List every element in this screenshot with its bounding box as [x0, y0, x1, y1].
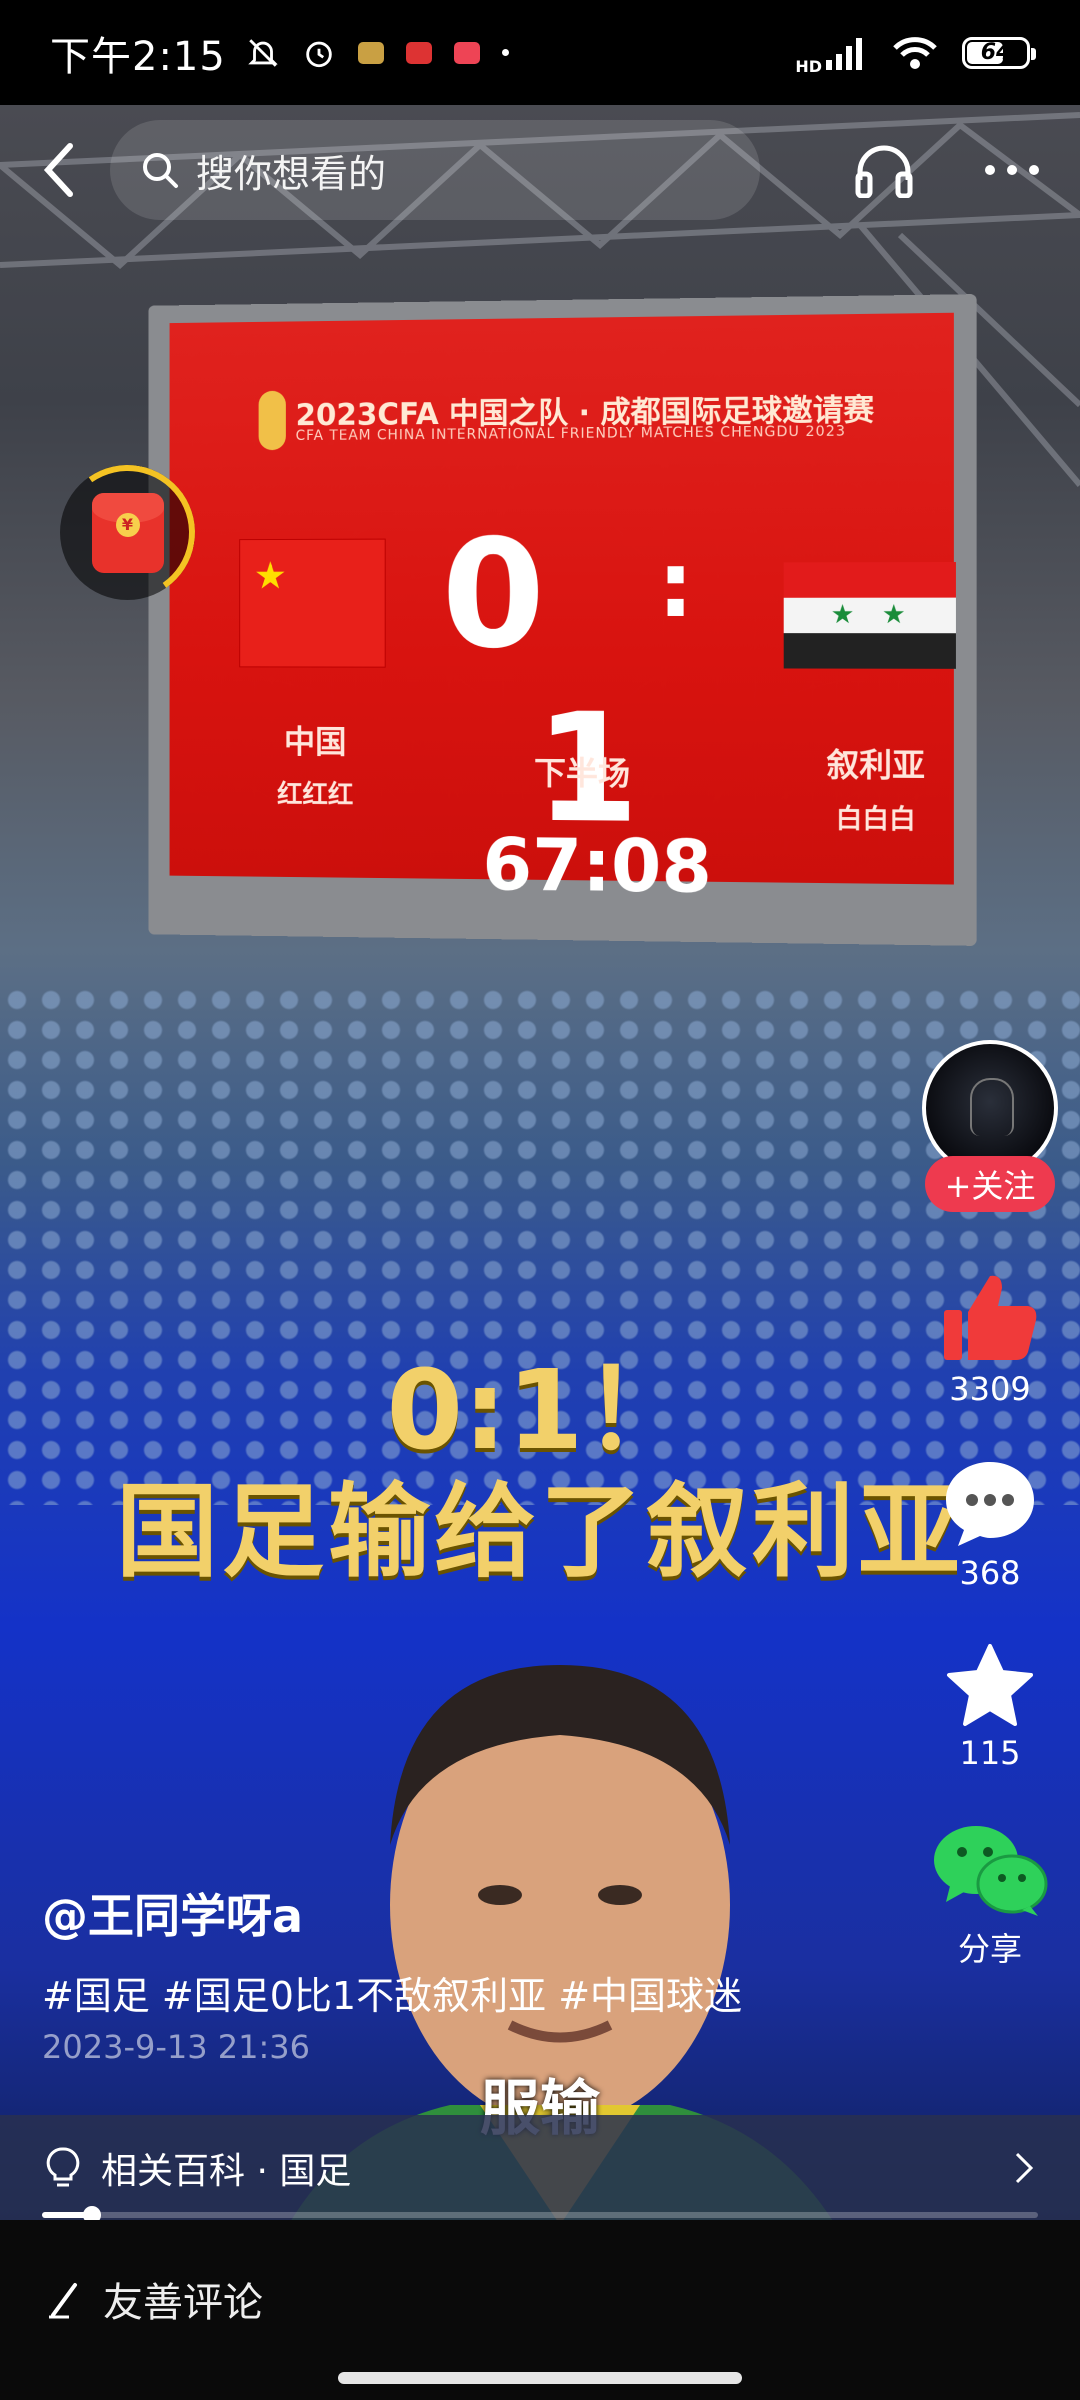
- comment-input[interactable]: 友善评论: [45, 2270, 263, 2328]
- wechat-share-icon: [934, 1826, 1048, 1916]
- home-team-name: 中国: [283, 722, 347, 761]
- mute-bell-icon: [248, 38, 278, 67]
- stadium-scoreboard: 2023CFA 中国之队 · 成都国际足球邀请赛 CFA TEAM CHINA …: [148, 294, 977, 946]
- comment-button[interactable]: 368: [942, 1458, 1038, 1592]
- notification-icons: [246, 36, 509, 70]
- home-team-kit: 红红红: [277, 780, 354, 811]
- more-icon[interactable]: [984, 160, 1040, 180]
- home-team: 中国 红红红: [247, 717, 384, 812]
- lightbulb-icon: [46, 2146, 80, 2186]
- match-clock: 67:08: [482, 822, 712, 909]
- chevron-right-icon: [1015, 2152, 1034, 2183]
- match-score: 0 : 1: [394, 507, 794, 859]
- bottom-bar: 友善评论: [0, 2220, 1080, 2400]
- status-time: 下午2:15: [50, 33, 226, 80]
- related-encyclopedia-bar[interactable]: 相关百科 · 国足: [0, 2115, 1080, 2220]
- red-packet-button[interactable]: [49, 454, 206, 611]
- scoreboard-subtitle: CFA TEAM CHINA INTERNATIONAL FRIENDLY MA…: [295, 423, 846, 445]
- status-bar: 下午2:15 HD 64: [0, 0, 1080, 105]
- signal-icon: [826, 37, 862, 70]
- headphones-icon[interactable]: [854, 142, 914, 198]
- author-name[interactable]: @王同学呀a: [42, 1880, 303, 1946]
- more-notifications-dot-icon: [501, 49, 509, 56]
- search-placeholder: 搜你想看的: [196, 151, 387, 196]
- home-indicator[interactable]: [338, 2372, 742, 2384]
- alarm-icon: [306, 41, 332, 67]
- playback-progress-bar[interactable]: [42, 2206, 1038, 2224]
- home-score: 0: [441, 507, 556, 683]
- hashtags[interactable]: #国足 #国足0比1不敌叙利亚 #中国球迷: [42, 1965, 742, 2020]
- comment-placeholder: 友善评论: [103, 2280, 263, 2326]
- away-team-name: 叙利亚: [826, 745, 925, 785]
- back-arrow-icon: [43, 143, 73, 197]
- comment-count: 368: [959, 1554, 1021, 1592]
- scoreboard-screen: 2023CFA 中国之队 · 成都国际足球邀请赛 CFA TEAM CHINA …: [169, 312, 956, 909]
- star-icon: [947, 1644, 1033, 1726]
- follow-button[interactable]: +关注: [924, 1156, 1056, 1212]
- related-encyclopedia-label: 相关百科 · 国足: [101, 2150, 352, 2192]
- battery-icon: 64: [962, 36, 1036, 69]
- comment-bubble-icon: [946, 1462, 1034, 1546]
- like-count: 3309: [949, 1370, 1031, 1408]
- pencil-icon: [49, 2283, 77, 2319]
- match-period: 下半场: [534, 753, 631, 793]
- favorite-button[interactable]: 115: [945, 1642, 1035, 1772]
- away-team: 叙利亚 白白白: [774, 739, 979, 837]
- share-label: 分享: [957, 1930, 1022, 1968]
- action-rail: +关注 3309 368 115 分享: [920, 1040, 1060, 1970]
- battery-level: 64: [980, 40, 1012, 65]
- post-date: 2023-9-13 21:36: [42, 2028, 310, 2066]
- app-notification-icon: [453, 41, 480, 64]
- cfa-emblem-icon: [258, 390, 286, 451]
- app-notification-icon: [405, 41, 432, 64]
- favorite-count: 115: [959, 1734, 1021, 1772]
- away-team-kit: 白白白: [835, 804, 916, 836]
- wifi-icon: [893, 36, 937, 69]
- video-caption-headline: 国足输给了叙利亚: [116, 1473, 964, 1592]
- back-button[interactable]: [30, 140, 90, 200]
- like-button[interactable]: 3309: [940, 1272, 1040, 1408]
- search-icon: [143, 153, 178, 188]
- thumbs-up-icon: [944, 1275, 1037, 1360]
- top-nav: 搜你想看的: [0, 110, 1080, 230]
- red-packet-icon: [91, 492, 164, 573]
- network-type: HD: [795, 57, 822, 76]
- china-flag-icon: ★: [239, 538, 386, 668]
- search-bar[interactable]: 搜你想看的: [110, 120, 760, 220]
- score-separator: :: [657, 532, 704, 639]
- share-button[interactable]: 分享: [930, 1822, 1050, 1970]
- syria-flag-icon: ★ ★: [783, 562, 956, 669]
- app-notification-icon: [357, 41, 384, 64]
